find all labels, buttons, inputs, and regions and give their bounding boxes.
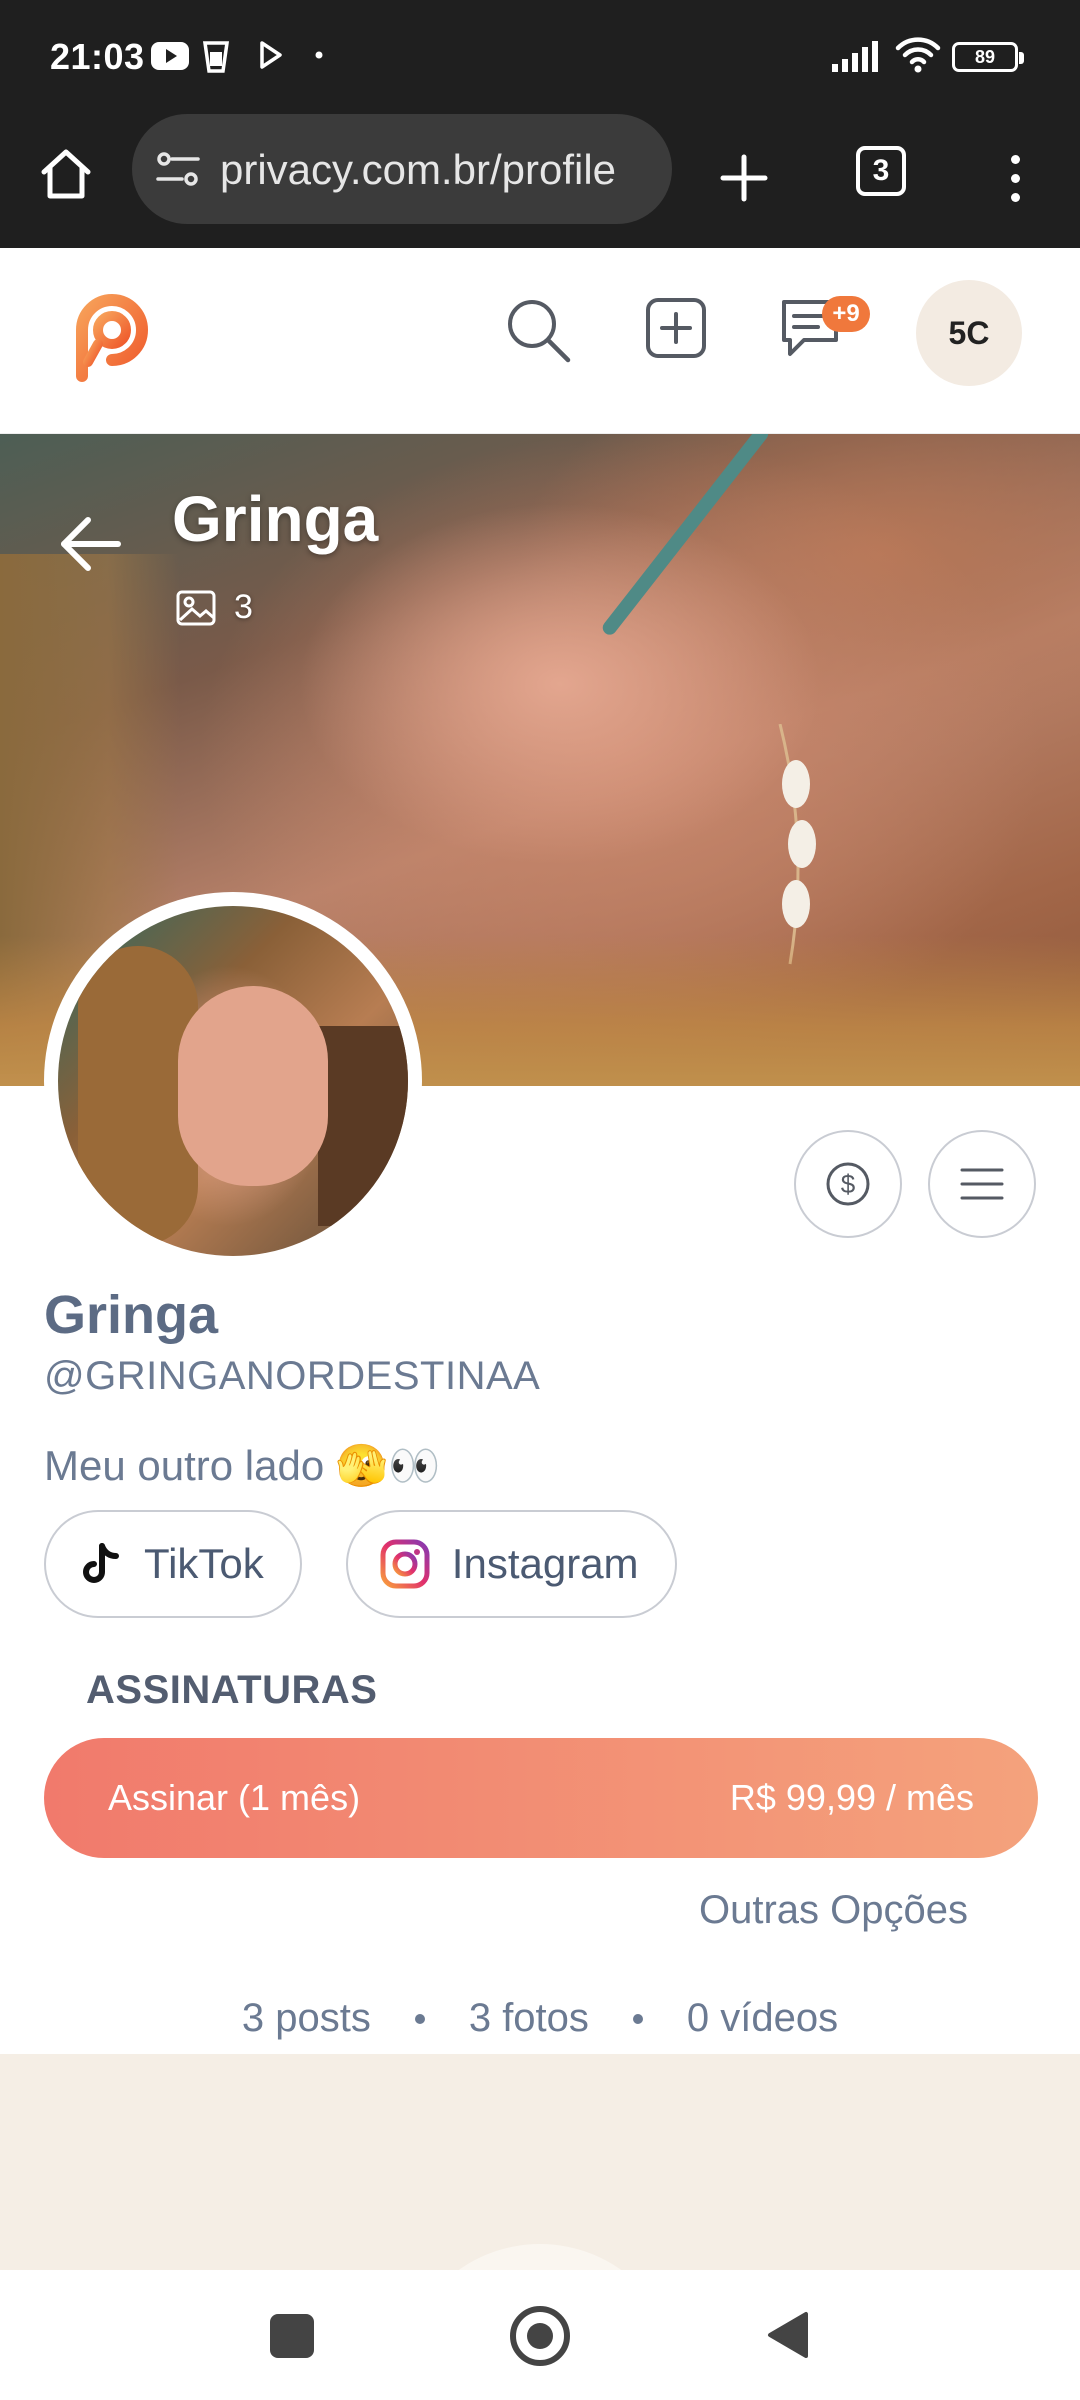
social-links: TikTok Instagram bbox=[44, 1510, 677, 1618]
play-store-icon bbox=[260, 41, 282, 69]
posts-count[interactable]: 3 posts bbox=[242, 1996, 371, 2041]
tiktok-link[interactable]: TikTok bbox=[44, 1510, 302, 1618]
profile-actions: $ bbox=[794, 1130, 1036, 1238]
url-text: privacy.com.br/profile bbox=[220, 146, 617, 193]
tip-icon: $ bbox=[826, 1162, 870, 1206]
menu-dot bbox=[1010, 173, 1020, 183]
subscriptions-title: ASSINATURAS bbox=[86, 1668, 378, 1712]
photos-count[interactable]: 3 fotos bbox=[469, 1996, 589, 2041]
cover-media-count: 3 bbox=[176, 588, 253, 627]
battery-level: 89 bbox=[974, 47, 996, 67]
chat-badge: +9 bbox=[822, 296, 870, 332]
system-nav-bar bbox=[0, 2270, 1080, 2400]
home-icon bbox=[41, 149, 91, 199]
tip-button[interactable]: $ bbox=[794, 1130, 902, 1238]
media-feed-placeholder bbox=[0, 2054, 1080, 2270]
tiktok-icon bbox=[83, 1543, 119, 1583]
browser-chrome: 21:03 89 privacy.com.br/profile 3 bbox=[0, 0, 1080, 248]
add-post-icon[interactable] bbox=[644, 296, 708, 360]
avatar-initials: 5C bbox=[948, 314, 990, 351]
home-nav-dot bbox=[527, 2323, 553, 2349]
profile-photo-chair bbox=[318, 1026, 408, 1226]
menu-dot bbox=[1010, 192, 1020, 202]
tabs-icon[interactable]: 3 bbox=[856, 146, 906, 196]
cover-title: Gringa bbox=[172, 483, 379, 555]
battery-icon: 89 bbox=[952, 42, 1024, 72]
back-arrow-icon[interactable] bbox=[58, 516, 122, 572]
profile-name: Gringa bbox=[44, 1285, 219, 1345]
user-avatar[interactable]: 5C bbox=[916, 280, 1022, 386]
instagram-icon bbox=[380, 1539, 430, 1589]
profile-photo bbox=[58, 906, 408, 1256]
subscribe-label: Assinar (1 mês) bbox=[108, 1777, 361, 1818]
svg-text:$: $ bbox=[841, 1169, 856, 1199]
profile-handle: @GRINGANORDESTINAA bbox=[44, 1354, 541, 1398]
cover-photo-strap bbox=[599, 434, 772, 638]
app-header: +9 5C bbox=[0, 248, 1080, 434]
search-icon[interactable] bbox=[502, 294, 574, 366]
more-vert-icon[interactable] bbox=[990, 140, 1040, 216]
cup-icon bbox=[202, 41, 230, 73]
media-count: 3 bbox=[234, 588, 253, 626]
videos-count[interactable]: 0 vídeos bbox=[687, 1996, 838, 2041]
new-tab-icon bbox=[720, 154, 768, 202]
browser-toolbar: privacy.com.br/profile 3 bbox=[0, 110, 1080, 248]
instagram-link[interactable]: Instagram bbox=[345, 1510, 677, 1618]
profile-avatar[interactable] bbox=[44, 892, 422, 1270]
subscribe-button[interactable]: Assinar (1 mês) R$ 99,99 / mês bbox=[44, 1738, 1038, 1858]
new-tab-button[interactable] bbox=[706, 140, 782, 216]
address-bar[interactable]: privacy.com.br/profile bbox=[132, 114, 672, 224]
stat-separator bbox=[632, 2013, 643, 2024]
status-time: 21:03 bbox=[50, 36, 145, 77]
other-options-link[interactable]: Outras Opções bbox=[699, 1888, 968, 1933]
youtube-icon bbox=[151, 42, 189, 70]
home-nav-icon[interactable] bbox=[510, 2306, 570, 2366]
menu-dot bbox=[1010, 154, 1020, 164]
image-icon bbox=[176, 590, 216, 625]
site-settings-icon[interactable] bbox=[156, 149, 200, 189]
menu-button[interactable] bbox=[928, 1130, 1036, 1238]
profile-stats: 3 posts 3 fotos 0 vídeos bbox=[0, 1996, 1080, 2041]
home-button[interactable] bbox=[30, 138, 102, 210]
profile-photo-face bbox=[178, 986, 328, 1186]
back-nav-icon[interactable] bbox=[764, 2310, 810, 2360]
instagram-label: Instagram bbox=[451, 1540, 639, 1587]
signal-icon bbox=[832, 41, 878, 72]
dot-icon bbox=[315, 51, 323, 59]
profile-bio: Meu outro lado 🫣👀 bbox=[44, 1442, 441, 1489]
tiktok-label: TikTok bbox=[144, 1540, 264, 1587]
menu-icon bbox=[960, 1168, 1004, 1200]
stat-separator bbox=[414, 2013, 425, 2024]
placeholder-shape bbox=[400, 2244, 680, 2270]
wifi-icon bbox=[895, 37, 941, 73]
subscribe-price: R$ 99,99 / mês bbox=[729, 1777, 974, 1818]
tab-count: 3 bbox=[872, 154, 890, 187]
privacy-logo-icon[interactable] bbox=[64, 282, 160, 382]
status-bar: 21:03 89 bbox=[0, 0, 1080, 110]
recents-icon[interactable] bbox=[270, 2314, 314, 2358]
